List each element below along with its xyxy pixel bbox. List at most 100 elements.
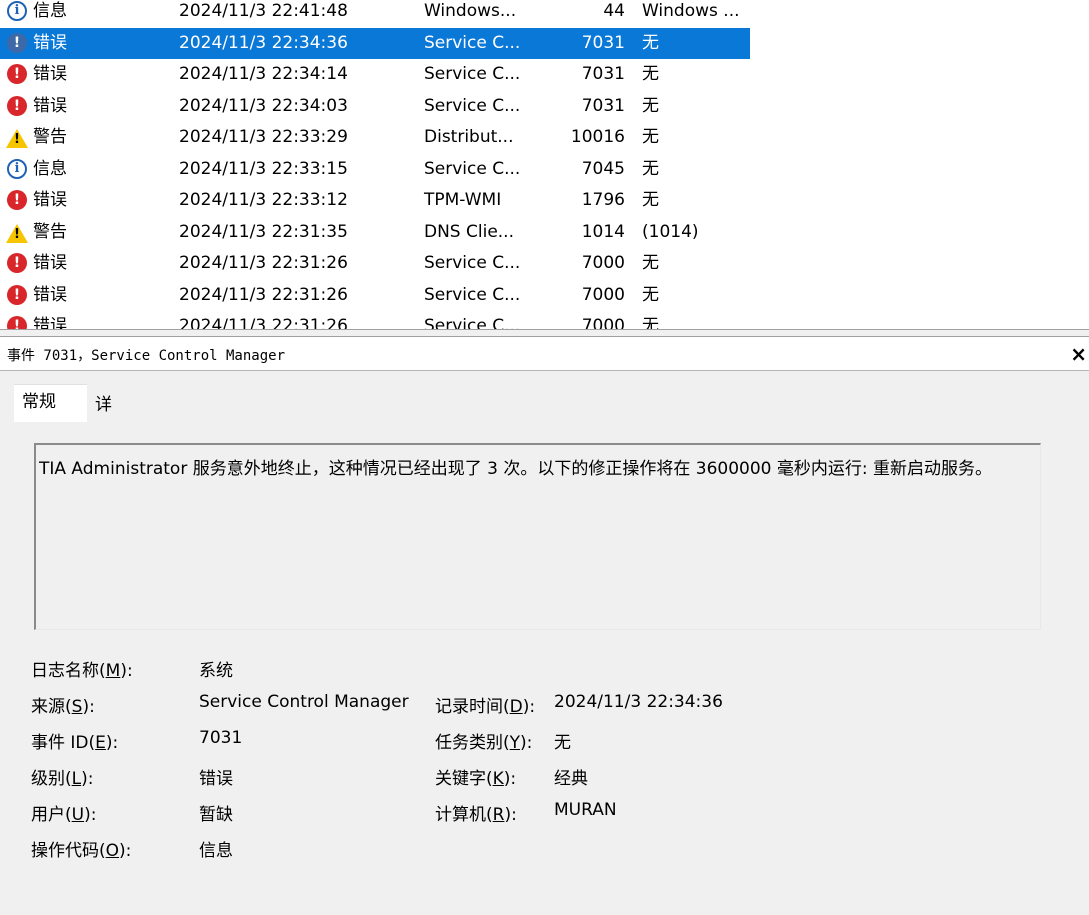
general-tab-panel: TIA Administrator 服务意外地终止，这种情况已经出现了 3 次。… — [14, 422, 1089, 915]
level-value: 错误 — [199, 769, 233, 789]
level-cell: 警告 — [33, 127, 67, 147]
source-cell: TPM-WMI — [424, 190, 502, 210]
event-id-cell: 7031 — [581, 95, 625, 116]
event-id-cell: 7000 — [581, 316, 625, 329]
date-cell: 2024/11/3 22:31:26 — [179, 253, 348, 273]
source-cell: Service C... — [424, 64, 521, 84]
error-icon: ! — [7, 316, 27, 329]
event-row[interactable]: i 信息 2024/11/3 22:33:15 Service C... 7045 无 — [0, 154, 750, 185]
source-cell: DNS Clie... — [424, 221, 514, 242]
task-category-cell: 无 — [642, 158, 659, 179]
date-cell: 2024/11/3 22:31:35 — [179, 221, 348, 242]
level-cell: 错误 — [33, 190, 67, 210]
event-row[interactable]: 警告 2024/11/3 22:31:35 DNS Clie... 1014 (1014… — [0, 217, 750, 248]
source-cell: Service C... — [424, 32, 521, 53]
keywords-value: 经典 — [554, 769, 588, 789]
event-row[interactable]: ! 错误 2024/11/3 22:31:26 Service C... 7000 无 — [0, 311, 750, 329]
event-message: TIA Administrator 服务意外地终止，这种情况已经出现了 3 次。… — [39, 459, 992, 479]
detail-title: 事件 7031，Service Control Manager — [7, 348, 286, 364]
task-category-cell: 无 — [642, 127, 659, 147]
level-cell: 错误 — [33, 316, 67, 329]
event-id-cell: 1796 — [581, 190, 625, 210]
event-row[interactable]: i 信息 2024/11/3 22:41:48 Windows... 44 Windows… — [0, 0, 750, 27]
event-list[interactable]: i 信息 2024/11/3 22:41:48 Windows... 44 Windows… — [0, 0, 1089, 329]
source-cell: Service C... — [424, 95, 521, 116]
event-id-cell: 1014 — [581, 221, 625, 242]
error-icon: ! — [7, 64, 27, 84]
level-cell: 错误 — [33, 95, 67, 116]
computer-label: 计算机(R): — [435, 805, 517, 825]
task-category-cell: 无 — [642, 190, 659, 210]
log-name-label: 日志名称(M): — [31, 661, 133, 681]
level-cell: 信息 — [33, 158, 67, 179]
date-cell: 2024/11/3 22:31:26 — [179, 284, 348, 305]
task-category-cell: 无 — [642, 64, 659, 84]
source-label: 来源(S): — [31, 697, 95, 717]
task-category-cell: 无 — [642, 253, 659, 273]
log-name-value: 系统 — [199, 661, 233, 681]
event-id-cell: 7045 — [581, 158, 625, 179]
pane-splitter[interactable] — [0, 329, 1089, 337]
task-category-cell: 无 — [642, 32, 659, 53]
event-id-cell: 7000 — [581, 253, 625, 273]
source-cell: Windows... — [424, 1, 517, 21]
warning-icon — [6, 223, 28, 243]
level-cell: 错误 — [33, 284, 67, 305]
level-cell: 错误 — [33, 253, 67, 273]
logged-value: 2024/11/3 22:34:36 — [554, 692, 723, 712]
level-cell: 警告 — [33, 221, 67, 242]
info-icon: i — [7, 158, 27, 179]
event-row[interactable]: ! 错误 2024/11/3 22:31:26 Service C... 7000 无 — [0, 280, 750, 311]
error-icon: ! — [7, 95, 27, 116]
task-category-cell: Windows ... — [642, 1, 740, 21]
event-id-cell: 7031 — [581, 32, 625, 53]
opcode-value: 信息 — [199, 841, 233, 861]
computer-value: MURAN — [554, 800, 617, 820]
opcode-label: 操作代码(O): — [31, 841, 132, 861]
close-icon[interactable]: × — [1070, 342, 1087, 366]
tab-details[interactable]: 详细信息 — [87, 388, 120, 517]
source-cell: Service C... — [424, 284, 521, 305]
event-row[interactable]: ! 错误 2024/11/3 22:34:03 Service C... 7031 无 — [0, 91, 750, 122]
event-message-box[interactable]: TIA Administrator 服务意外地终止，这种情况已经出现了 3 次。… — [34, 443, 1041, 630]
logged-label: 记录时间(D): — [435, 697, 536, 717]
source-cell: Distribut... — [424, 127, 514, 147]
level-cell: 错误 — [33, 32, 67, 53]
error-icon: ! — [7, 190, 27, 210]
source-cell: Service C... — [424, 253, 521, 273]
date-cell: 2024/11/3 22:34:14 — [179, 64, 348, 84]
error-icon: ! — [7, 253, 27, 273]
event-row[interactable]: ! 错误 2024/11/3 22:34:36 Service C... 7031 无 — [0, 27, 750, 59]
error-icon: ! — [7, 32, 27, 53]
level-cell: 错误 — [33, 64, 67, 84]
date-cell: 2024/11/3 22:31:26 — [179, 316, 348, 329]
task-category-cell: 无 — [642, 95, 659, 116]
event-row[interactable]: ! 错误 2024/11/3 22:31:26 Service C... 7000 无 — [0, 248, 750, 279]
event-id-cell: 7031 — [581, 64, 625, 84]
task-category-cell: (1014) — [642, 221, 699, 242]
date-cell: 2024/11/3 22:33:15 — [179, 158, 348, 179]
keywords-label: 关键字(K): — [435, 769, 517, 789]
user-label: 用户(U): — [31, 805, 97, 825]
task-category-label: 任务类别(Y): — [435, 733, 533, 753]
task-category-value: 无 — [554, 733, 571, 753]
level-label: 级别(L): — [31, 769, 94, 789]
event-id-value: 7031 — [199, 728, 243, 748]
event-detail-pane: 事件 7031，Service Control Manager × 常规 详细信… — [0, 337, 1089, 915]
event-row[interactable]: ! 错误 2024/11/3 22:34:14 Service C... 7031 无 — [0, 59, 750, 90]
task-category-cell: 无 — [642, 316, 659, 329]
event-id-cell: 44 — [603, 1, 625, 21]
date-cell: 2024/11/3 22:41:48 — [179, 1, 348, 21]
source-cell: Service C... — [424, 158, 521, 179]
date-cell: 2024/11/3 22:34:03 — [179, 95, 348, 116]
error-icon: ! — [7, 284, 27, 305]
info-icon: i — [7, 1, 27, 21]
warning-icon — [6, 129, 28, 148]
tab-general[interactable]: 常规 — [14, 384, 87, 423]
date-cell: 2024/11/3 22:33:12 — [179, 190, 348, 210]
event-row[interactable]: 警告 2024/11/3 22:33:29 Distribut... 10016 无 — [0, 122, 750, 153]
event-row[interactable]: ! 错误 2024/11/3 22:33:12 TPM-WMI 1796 无 — [0, 185, 750, 216]
source-value: Service Control Manager — [199, 692, 409, 712]
date-cell: 2024/11/3 22:34:36 — [179, 32, 348, 53]
level-cell: 信息 — [33, 1, 67, 21]
